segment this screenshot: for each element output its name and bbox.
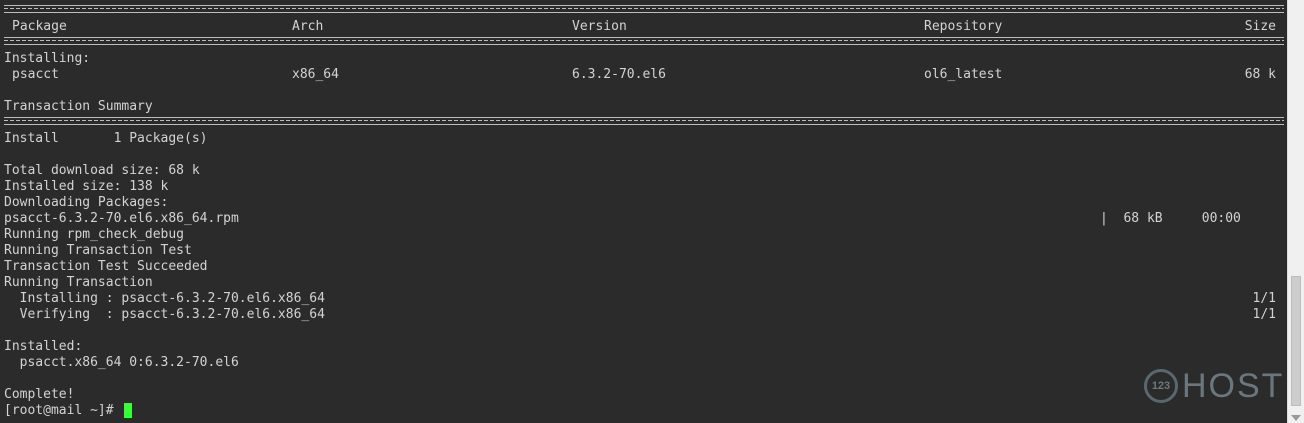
terminal-window[interactable]: Package Arch Version Repository Size Ins… xyxy=(0,0,1287,423)
scroll-down-arrow-icon[interactable] xyxy=(1291,415,1301,421)
host-logo-watermark: 123 HOST xyxy=(1144,364,1284,408)
summary-title: Transaction Summary xyxy=(4,99,153,114)
verifying-count: 1/1 xyxy=(1252,307,1276,322)
header-arch: Arch xyxy=(292,19,324,34)
rpm-download-progress: | 68 kB 00:00 xyxy=(1100,211,1241,226)
shell-prompt[interactable]: [root@mail ~]# xyxy=(4,403,121,419)
downloading-packages: Downloading Packages: xyxy=(4,195,169,210)
summary-install-line: Install 1 Package(s) xyxy=(4,131,208,146)
installing-section-label: Installing: xyxy=(4,51,91,66)
row-package: psacct xyxy=(12,67,59,82)
header-package: Package xyxy=(12,19,67,34)
installing-count: 1/1 xyxy=(1252,291,1276,306)
installing-line: Installing : psacct-6.3.2-70.el6.x86_64 xyxy=(4,291,325,306)
vertical-scrollbar[interactable] xyxy=(1287,0,1304,423)
separator-line xyxy=(4,37,1284,45)
scrollbar-thumb[interactable] xyxy=(1291,276,1301,406)
logo-circle-icon: 123 xyxy=(1144,369,1178,403)
running-transaction: Running Transaction xyxy=(4,275,153,290)
transaction-test-succeeded: Transaction Test Succeeded xyxy=(4,259,208,274)
verifying-line: Verifying : psacct-6.3.2-70.el6.x86_64 xyxy=(4,307,325,322)
terminal-cursor xyxy=(124,403,132,418)
rpm-filename: psacct-6.3.2-70.el6.x86_64.rpm xyxy=(4,211,239,226)
row-repository: ol6_latest xyxy=(924,67,1003,82)
logo-brand-text: HOST xyxy=(1182,366,1285,405)
separator-line xyxy=(4,117,1284,125)
installed-package: psacct.x86_64 0:6.3.2-70.el6 xyxy=(4,355,239,370)
rpm-check-debug: Running rpm_check_debug xyxy=(4,227,185,242)
row-arch: x86_64 xyxy=(292,67,339,82)
row-size: 68 k xyxy=(1244,67,1276,82)
transaction-test: Running Transaction Test xyxy=(4,243,192,258)
header-version: Version xyxy=(572,19,627,34)
row-version: 6.3.2-70.el6 xyxy=(572,67,666,82)
installed-label: Installed: xyxy=(4,339,83,354)
total-download-size: Total download size: 68 k xyxy=(4,163,200,178)
header-size: Size xyxy=(1244,19,1276,34)
complete-message: Complete! xyxy=(4,387,75,402)
header-repository: Repository xyxy=(924,19,1003,34)
installed-size: Installed size: 138 k xyxy=(4,179,169,194)
separator-line xyxy=(4,5,1284,13)
